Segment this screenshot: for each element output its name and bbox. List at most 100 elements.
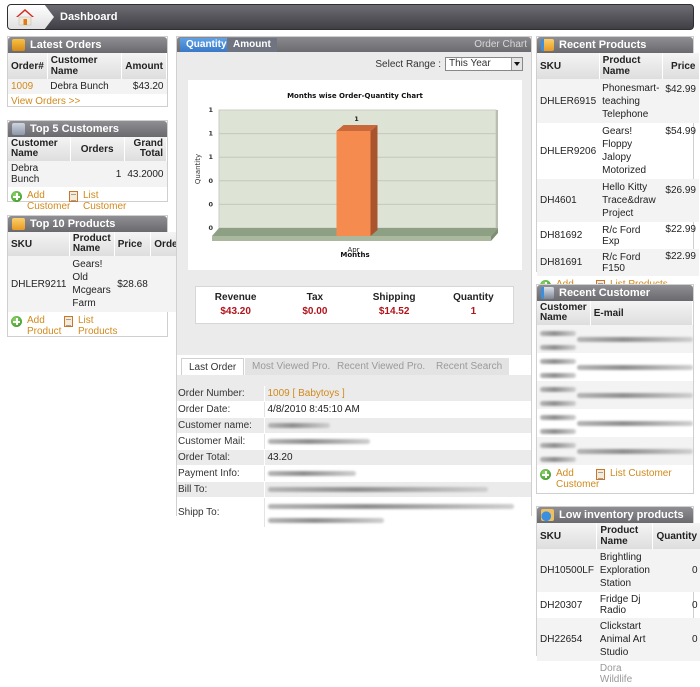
column-header: Amount — [121, 53, 167, 79]
list-customer-button[interactable]: List Customer — [596, 468, 672, 490]
product-name[interactable]: R/c Ford F150 — [599, 249, 663, 276]
home-button[interactable] — [8, 5, 54, 29]
top-products-table: SKU Product Name Price Ordered DHLER9211… — [8, 232, 198, 312]
detail-row: Customer Mail: — [177, 433, 531, 450]
last-order-details: Order Number: 1009 [ Babytoys ] Order Da… — [177, 376, 531, 528]
stat-shipping: Shipping $14.52 — [355, 287, 434, 323]
column-header: SKU — [8, 232, 70, 256]
customer-row — [537, 437, 693, 465]
redacted-value — [267, 438, 370, 444]
x-axis-label: Months — [340, 251, 369, 259]
product-price: $22.99 — [662, 249, 699, 276]
latest-orders-header: Latest Orders — [8, 37, 167, 53]
panel-title: Latest Orders — [30, 39, 102, 51]
range-label: Select Range : — [375, 58, 441, 70]
redacted-value — [577, 421, 693, 426]
tab-amount[interactable]: Amount — [227, 38, 277, 52]
summary-stats: Revenue $43.20 Tax $0.00 Shipping $14.52 Qu… — [195, 286, 514, 324]
panel-title: Recent Products — [559, 39, 647, 51]
column-header: Customer Name — [8, 137, 71, 161]
order-number-link[interactable]: 1009 — [8, 79, 48, 94]
list-customer-button[interactable]: List Customer — [69, 190, 129, 212]
table-row: DH20307 Fridge Dj Radio 0 — [537, 592, 700, 618]
redacted-value — [577, 449, 693, 454]
column-header: Grand Total — [124, 137, 168, 161]
detail-row: Payment Info: — [177, 465, 531, 482]
list-products-button[interactable]: List Products — [64, 315, 124, 337]
y-tick-label: 0 — [208, 224, 213, 232]
list-icon — [596, 469, 605, 480]
add-icon — [540, 469, 551, 480]
product-name: Brightling Exploration Station — [596, 549, 653, 592]
y-tick-label: 1 — [208, 130, 213, 138]
redacted-value — [540, 359, 576, 364]
add-icon — [11, 316, 22, 327]
range-select[interactable]: This Year — [445, 57, 523, 71]
stat-label: Tax — [306, 292, 324, 303]
product-sku: DHLER6915 — [537, 79, 600, 123]
product-name[interactable]: Phonesmart-teaching Telephone — [599, 79, 663, 123]
product-price: $26.99 — [662, 179, 699, 222]
order-amount: $43.20 — [121, 79, 167, 94]
panel-title: Recent Customer — [559, 287, 651, 299]
table-row: Dora Wildlife — [537, 661, 700, 687]
product-sku: DH81692 — [540, 230, 583, 241]
column-header: Price — [114, 232, 152, 256]
recent-customer-actions: Add Customer List Customer — [537, 465, 693, 494]
table-row: DH10500LF Brightling Exploration Station… — [537, 549, 700, 592]
redacted-value — [577, 393, 693, 398]
product-price: $28.68 — [114, 256, 151, 312]
redacted-value — [267, 422, 330, 428]
product-sku — [537, 661, 597, 687]
field-label: Order Number: — [177, 386, 264, 402]
product-sku: DHLER9211 — [8, 256, 70, 312]
table-row: Debra Bunch 1 43.2000 — [8, 161, 167, 187]
recent-products-header: Recent Products — [537, 37, 693, 53]
range-selector: Select Range : This Year — [375, 57, 523, 71]
table-row: DHLER9211 Gears! Old Mcgears Farm $28.68… — [8, 256, 197, 312]
stat-value: $14.52 — [378, 306, 410, 317]
order-date: 4/8/2010 8:45:10 AM — [263, 401, 531, 418]
top-bar: Dashboard — [7, 4, 694, 30]
tab-last-order[interactable]: Last Order — [181, 358, 245, 375]
customers-icon — [12, 123, 25, 135]
tab-most-viewed[interactable]: Most Viewed Pro. — [245, 358, 338, 375]
latest-orders-table: Order# Customer Name Amount 1009 Debra B… — [8, 53, 167, 94]
chevron-down-icon[interactable] — [511, 58, 522, 70]
product-name[interactable]: R/c Ford Exp — [599, 222, 662, 249]
product-name: Gears! Old Mcgears Farm — [69, 256, 115, 312]
home-icon — [16, 9, 34, 26]
order-number-link[interactable]: 1009 [ Babytoys ] — [263, 386, 531, 402]
product-name[interactable]: Gears! Floppy Jalopy Motorized — [599, 123, 662, 179]
tab-quantity[interactable]: Quantity — [180, 38, 233, 52]
top-products-panel: Top 10 Products SKU Product Name Price O… — [7, 215, 198, 337]
redacted-value — [267, 517, 384, 523]
low-inventory-header: Low inventory products — [537, 507, 693, 523]
field-label: Payment Info: — [177, 465, 265, 482]
tab-recent-viewed[interactable]: Recent Viewed Pro. — [330, 358, 433, 375]
product-name: Fridge Dj Radio — [599, 594, 641, 616]
table-row: DHLER6915 Phonesmart-teaching Telephone … — [537, 79, 699, 123]
bar-chart: Months wise Order-Quantity Chart0001111A… — [194, 92, 498, 259]
order-chart-title: Order Chart — [474, 39, 527, 50]
recent-products-icon — [541, 39, 554, 51]
product-name[interactable]: Hello Kitty Trace&draw Project — [599, 179, 663, 222]
bar — [336, 131, 371, 236]
redacted-value — [267, 504, 514, 510]
top-customers-panel: Top 5 Customers Customer Name Orders Gra… — [7, 120, 168, 212]
stat-tax: Tax $0.00 — [275, 287, 354, 323]
field-label: Customer Mail: — [177, 433, 265, 450]
chart-title: Months wise Order-Quantity Chart — [287, 92, 423, 100]
stat-value: $0.00 — [302, 306, 328, 317]
table-row: 1009 Debra Bunch $43.20 — [8, 79, 167, 94]
order-chart-panel: Quantity Amount Order Chart Select Range… — [176, 36, 532, 528]
add-product-button[interactable]: Add Product — [11, 315, 64, 337]
product-price: $54.99 — [665, 126, 696, 137]
column-header: Orders — [70, 137, 125, 161]
add-customer-button[interactable]: Add Customer — [540, 468, 599, 490]
view-orders-link[interactable]: View Orders >> — [8, 94, 167, 109]
chart-floor-front — [212, 236, 491, 241]
column-header: SKU — [537, 53, 600, 79]
add-customer-button[interactable]: Add Customer — [11, 190, 70, 212]
tab-recent-search[interactable]: Recent Search — [429, 358, 510, 375]
